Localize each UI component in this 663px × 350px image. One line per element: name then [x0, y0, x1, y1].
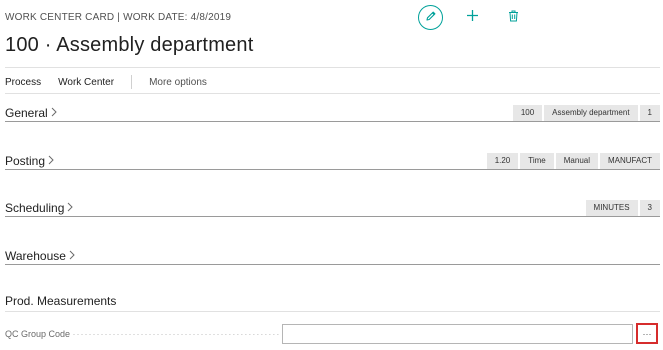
pencil-icon — [425, 9, 437, 27]
section-divider — [5, 264, 660, 265]
page-caption: WORK CENTER CARD | WORK DATE: 4/8/2019 — [5, 12, 232, 23]
action-separator — [131, 75, 133, 89]
section-scheduling: Scheduling MINUTES 3 — [5, 197, 660, 217]
summary-value: 100 — [512, 105, 543, 121]
summary-value: MINUTES — [585, 200, 638, 216]
lookup-button[interactable]: ··· — [636, 323, 658, 344]
section-title: General — [5, 106, 48, 120]
chevron-right-icon — [67, 201, 74, 215]
field-label-text: QC Group Code — [5, 329, 71, 339]
section-prod-measurements-title[interactable]: Prod. Measurements — [5, 294, 116, 308]
section-general-header[interactable]: General — [5, 106, 57, 120]
section-summary: MINUTES 3 — [584, 200, 660, 216]
summary-value: Assembly department — [544, 105, 638, 121]
page-title: 100 · Assembly department — [5, 34, 254, 56]
section-divider — [5, 311, 660, 312]
section-title: Scheduling — [5, 201, 65, 215]
more-options-button[interactable]: More options — [149, 77, 207, 88]
summary-value: MANUFACT — [600, 153, 660, 169]
section-divider — [5, 216, 660, 217]
action-bar: Process Work Center More options — [5, 75, 207, 89]
action-bar-divider — [5, 93, 660, 94]
leader-dots: ········································… — [72, 329, 280, 339]
section-title: Warehouse — [5, 249, 66, 263]
section-divider — [5, 169, 660, 170]
qc-group-code-input[interactable] — [282, 324, 633, 344]
delete-button[interactable] — [506, 10, 521, 25]
summary-value: Manual — [555, 153, 598, 169]
section-title: Posting — [5, 154, 46, 168]
section-general: General 100 Assembly department 1 — [5, 102, 660, 122]
header-divider — [5, 67, 660, 68]
chevron-right-icon — [69, 249, 75, 263]
action-process[interactable]: Process — [5, 77, 41, 88]
action-work-center[interactable]: Work Center — [58, 77, 114, 88]
summary-value: Time — [520, 153, 554, 169]
summary-value: 3 — [639, 200, 660, 216]
section-summary: 100 Assembly department 1 — [511, 105, 660, 121]
new-button[interactable] — [465, 9, 480, 27]
section-warehouse: Warehouse — [5, 245, 660, 265]
qc-group-code-label: QC Group Code ··························… — [5, 329, 280, 339]
summary-value: 1 — [639, 105, 660, 121]
section-warehouse-header[interactable]: Warehouse — [5, 249, 75, 263]
section-posting: Posting 1.20 Time Manual MANUFACT — [5, 150, 660, 170]
chevron-right-icon — [48, 154, 54, 168]
edit-button[interactable] — [418, 5, 443, 30]
summary-value: 1.20 — [486, 153, 519, 169]
plus-icon — [466, 9, 479, 27]
trash-icon — [508, 9, 519, 27]
chevron-right-icon — [51, 106, 57, 120]
section-divider — [5, 121, 660, 122]
section-scheduling-header[interactable]: Scheduling — [5, 201, 74, 215]
section-posting-header[interactable]: Posting — [5, 154, 54, 168]
section-summary: 1.20 Time Manual MANUFACT — [485, 153, 660, 169]
